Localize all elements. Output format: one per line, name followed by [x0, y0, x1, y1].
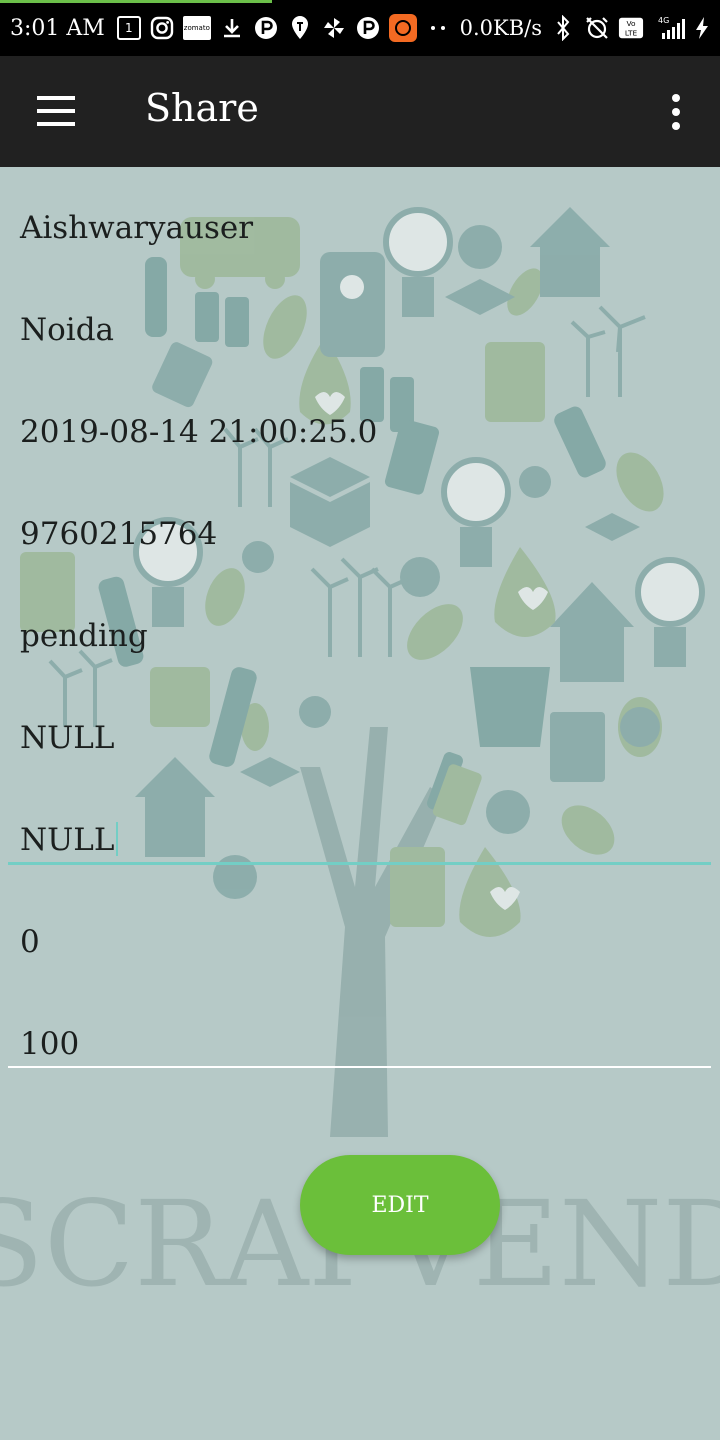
notification-icons: 1 zomato — [116, 14, 451, 42]
alarm-off-icon — [584, 15, 610, 41]
paytm-icon — [253, 15, 279, 41]
calendar-icon: 1 — [116, 16, 141, 40]
status-progress-line — [0, 0, 272, 3]
swiggy-icon — [287, 15, 313, 41]
city-text: Noida — [20, 312, 115, 348]
instagram-icon — [149, 15, 175, 41]
pinwheel-icon — [321, 15, 347, 41]
name-text: Aishwaryauser — [20, 210, 254, 246]
signal-icon: 4G — [652, 15, 686, 41]
hamburger-menu-icon[interactable] — [37, 96, 75, 126]
paytm-icon — [355, 15, 381, 41]
page-title: Share — [145, 86, 259, 130]
text-cursor — [116, 822, 119, 856]
more-notifications-icon — [425, 15, 451, 41]
charging-icon — [694, 15, 710, 41]
app-icon — [388, 14, 417, 42]
bluetooth-icon — [550, 15, 576, 41]
network-speed: 0.0KB/s — [459, 16, 542, 40]
status-time: 3:01 AM — [10, 15, 105, 41]
volte-icon: Vo LTE — [618, 15, 644, 41]
svg-text:Vo: Vo — [626, 19, 635, 28]
overflow-menu-icon[interactable] — [666, 94, 686, 130]
svg-text:4G: 4G — [658, 16, 669, 25]
editable-field-9[interactable]: 100 — [20, 1026, 79, 1062]
edit-button[interactable]: EDIT — [300, 1155, 500, 1255]
download-icon — [219, 15, 245, 41]
system-indicators: 0.0KB/s Vo LTE 4G — [460, 15, 710, 41]
field-9-underline — [8, 1066, 711, 1068]
datetime-text: 2019-08-14 21:00:25.0 — [20, 414, 378, 450]
phone-text: 9760215764 — [20, 516, 218, 552]
field-7-underline — [8, 862, 711, 865]
status-bar: 3:01 AM 1 zomato 0.0KB/s Vo LTE 4G — [0, 0, 720, 56]
status-text: pending — [20, 618, 148, 654]
zomato-icon: zomato — [182, 16, 211, 40]
field-6-text: NULL — [20, 720, 115, 756]
editable-field-7[interactable]: NULL — [20, 822, 119, 858]
field-7-value: NULL — [20, 822, 115, 858]
app-bar: Share — [0, 56, 720, 167]
field-8-text: 0 — [20, 924, 40, 960]
svg-text:LTE: LTE — [625, 28, 638, 37]
